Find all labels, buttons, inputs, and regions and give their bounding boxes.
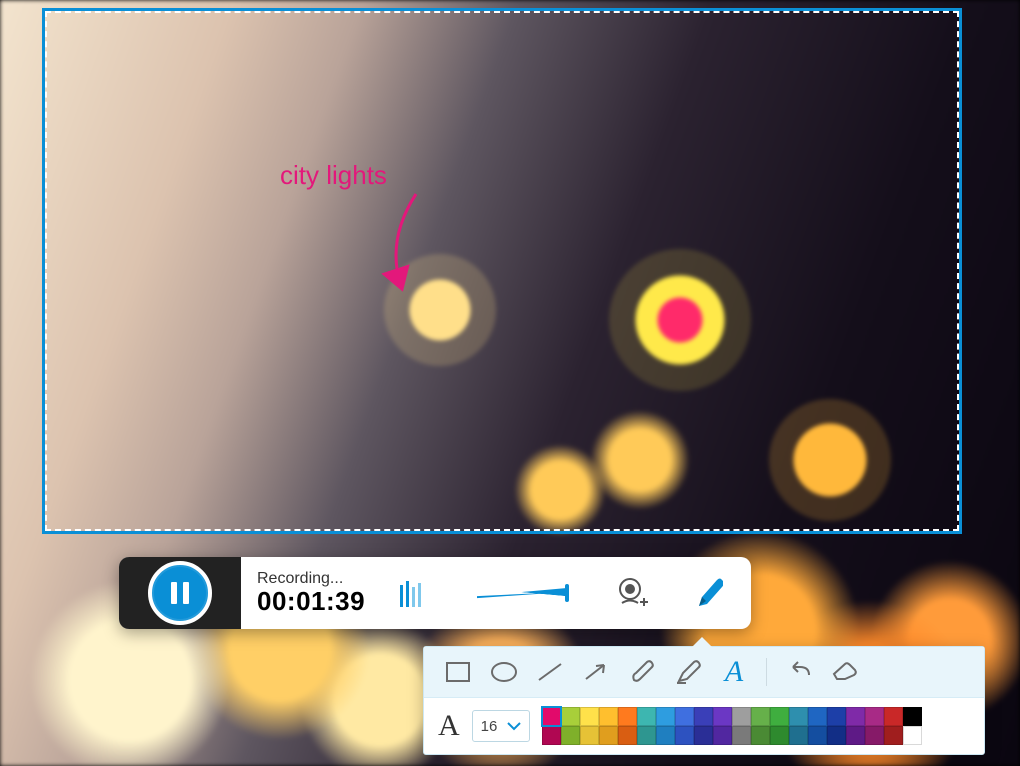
color-swatch[interactable]: [751, 726, 770, 745]
color-swatch[interactable]: [599, 707, 618, 726]
color-swatch[interactable]: [618, 726, 637, 745]
color-swatch[interactable]: [865, 726, 884, 745]
arrow-tool[interactable]: [576, 652, 616, 692]
color-swatch[interactable]: [599, 726, 618, 745]
annotation-style-row: A 16: [424, 698, 984, 754]
color-swatch[interactable]: [637, 726, 656, 745]
color-swatch[interactable]: [580, 707, 599, 726]
eraser-icon: [831, 661, 859, 683]
ellipse-tool[interactable]: [484, 652, 524, 692]
color-swatch[interactable]: [903, 707, 922, 726]
color-swatch[interactable]: [827, 707, 846, 726]
rectangle-icon: [445, 661, 471, 683]
color-swatch[interactable]: [732, 726, 751, 745]
webcam-button[interactable]: [611, 572, 653, 614]
arrow-icon: [582, 661, 610, 683]
draw-tools-button[interactable]: [687, 572, 729, 614]
highlighter-icon: [674, 659, 702, 685]
color-swatch[interactable]: [561, 707, 580, 726]
color-swatch[interactable]: [561, 726, 580, 745]
pause-button[interactable]: [148, 561, 212, 625]
color-swatch[interactable]: [846, 707, 865, 726]
color-swatch[interactable]: [637, 707, 656, 726]
recorder-toolbar: Recording... 00:01:39: [119, 557, 751, 629]
webcam-icon: [615, 576, 649, 610]
color-swatch[interactable]: [713, 726, 732, 745]
font-size-select[interactable]: 16: [472, 710, 531, 742]
color-swatch[interactable]: [675, 707, 694, 726]
color-swatch[interactable]: [542, 726, 561, 745]
color-swatch[interactable]: [580, 726, 599, 745]
chevron-down-icon: [507, 721, 521, 731]
audio-level-icon: [398, 577, 426, 609]
color-swatch[interactable]: [770, 707, 789, 726]
brush-icon: [629, 659, 655, 685]
color-swatch[interactable]: [827, 726, 846, 745]
rectangle-tool[interactable]: [438, 652, 478, 692]
eraser-button[interactable]: [825, 652, 865, 692]
color-swatch[interactable]: [656, 726, 675, 745]
separator: [766, 658, 767, 686]
pencil-icon: [693, 576, 723, 610]
font-size-value: 16: [481, 718, 498, 735]
color-palette: [542, 707, 922, 745]
color-swatch[interactable]: [675, 726, 694, 745]
color-swatch[interactable]: [789, 726, 808, 745]
undo-icon: [785, 661, 813, 683]
arrow-annotation-icon: [346, 190, 446, 300]
color-swatch[interactable]: [732, 707, 751, 726]
text-tool[interactable]: A: [714, 652, 754, 692]
annotation-text[interactable]: city lights: [280, 160, 387, 190]
color-swatch[interactable]: [694, 726, 713, 745]
font-sample: A: [438, 709, 460, 743]
audio-level-button[interactable]: [391, 572, 433, 614]
color-swatch[interactable]: [808, 707, 827, 726]
color-swatch[interactable]: [618, 707, 637, 726]
color-swatch[interactable]: [770, 726, 789, 745]
color-swatch[interactable]: [846, 726, 865, 745]
highlighter-tool[interactable]: [668, 652, 708, 692]
line-tool[interactable]: [530, 652, 570, 692]
volume-track-icon: [477, 588, 567, 598]
undo-button[interactable]: [779, 652, 819, 692]
color-swatch[interactable]: [656, 707, 675, 726]
color-swatch[interactable]: [884, 726, 903, 745]
ellipse-icon: [490, 661, 518, 683]
recording-selection-frame[interactable]: [42, 8, 962, 534]
line-icon: [536, 661, 564, 683]
color-swatch[interactable]: [542, 707, 561, 726]
annotation-tools-row: A: [424, 647, 984, 698]
pause-icon: [171, 582, 189, 604]
color-swatch[interactable]: [808, 726, 827, 745]
recorder-status-block: Recording... 00:01:39: [257, 570, 365, 617]
color-swatch[interactable]: [751, 707, 770, 726]
recorder-control-panel: [119, 557, 241, 629]
color-swatch[interactable]: [694, 707, 713, 726]
color-swatch[interactable]: [713, 707, 732, 726]
text-annotation[interactable]: city lights: [280, 160, 387, 191]
brush-tool[interactable]: [622, 652, 662, 692]
color-swatch[interactable]: [903, 726, 922, 745]
recording-elapsed-time: 00:01:39: [257, 586, 365, 617]
color-swatch[interactable]: [789, 707, 808, 726]
volume-slider[interactable]: [467, 572, 577, 614]
annotation-toolbar: A A 16: [423, 646, 985, 755]
text-icon: A: [725, 655, 743, 689]
color-swatch[interactable]: [865, 707, 884, 726]
recorder-tools: [391, 572, 751, 614]
color-swatch[interactable]: [884, 707, 903, 726]
